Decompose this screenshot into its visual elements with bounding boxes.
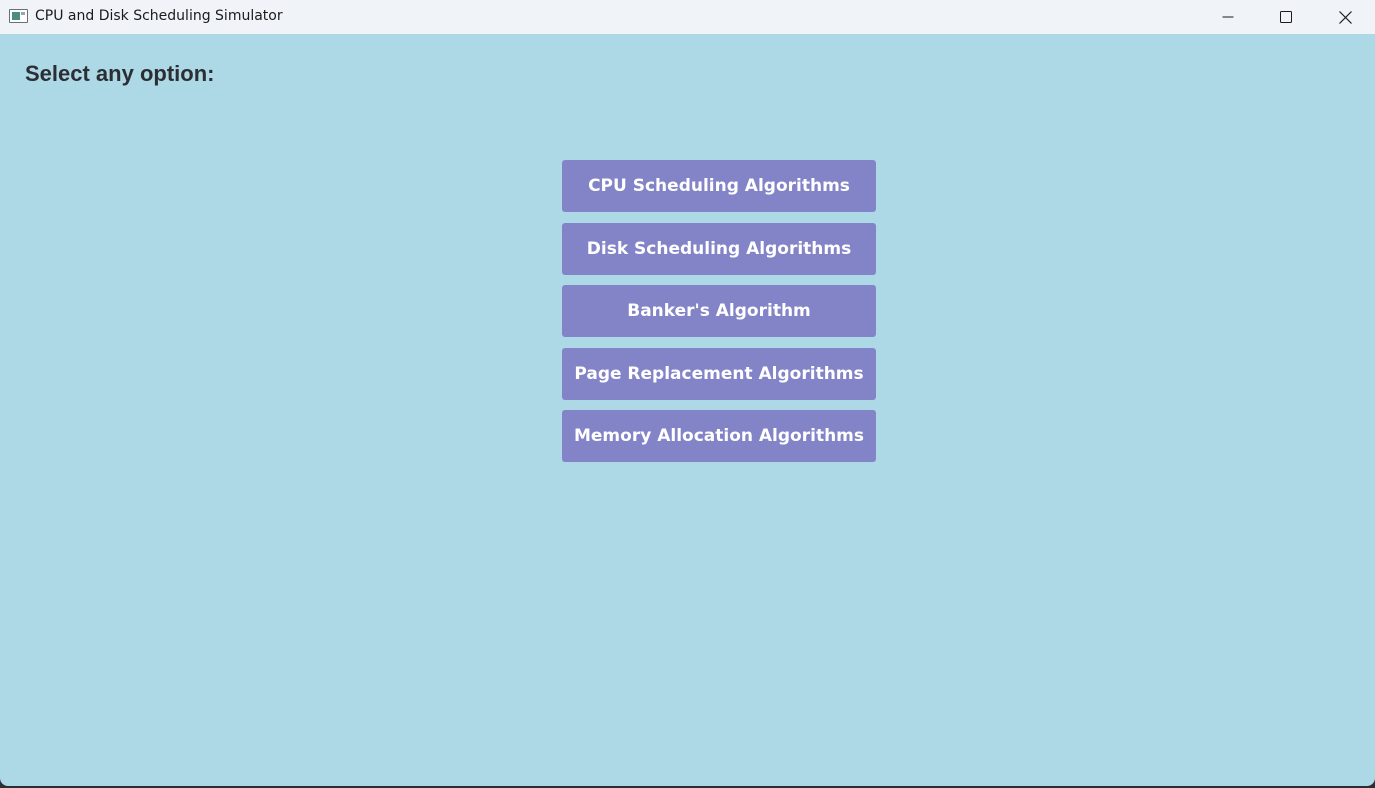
memory-allocation-button[interactable]: Memory Allocation Algorithms <box>562 410 876 462</box>
page-heading: Select any option: <box>25 61 215 86</box>
page-replacement-button[interactable]: Page Replacement Algorithms <box>562 347 876 400</box>
maximize-button[interactable] <box>1257 0 1315 34</box>
app-window-icon <box>9 9 28 23</box>
cpu-scheduling-button[interactable]: CPU Scheduling Algorithms <box>562 160 876 212</box>
bankers-algorithm-button[interactable]: Banker's Algorithm <box>562 285 876 337</box>
algorithm-menu: CPU Scheduling Algorithms Disk Schedulin… <box>562 160 876 473</box>
minimize-button[interactable] <box>1199 0 1257 34</box>
close-icon <box>1338 10 1352 24</box>
minimize-icon <box>1222 16 1234 18</box>
disk-scheduling-button[interactable]: Disk Scheduling Algorithms <box>562 222 876 275</box>
app-icon-pane <box>12 12 20 20</box>
app-icon-detail <box>21 12 25 15</box>
window-title: CPU and Disk Scheduling Simulator <box>35 8 283 24</box>
app-window: CPU and Disk Scheduling Simulator Select… <box>0 0 1375 786</box>
title-bar[interactable]: CPU and Disk Scheduling Simulator <box>0 0 1375 34</box>
maximize-icon <box>1280 11 1292 23</box>
close-button[interactable] <box>1316 0 1374 34</box>
